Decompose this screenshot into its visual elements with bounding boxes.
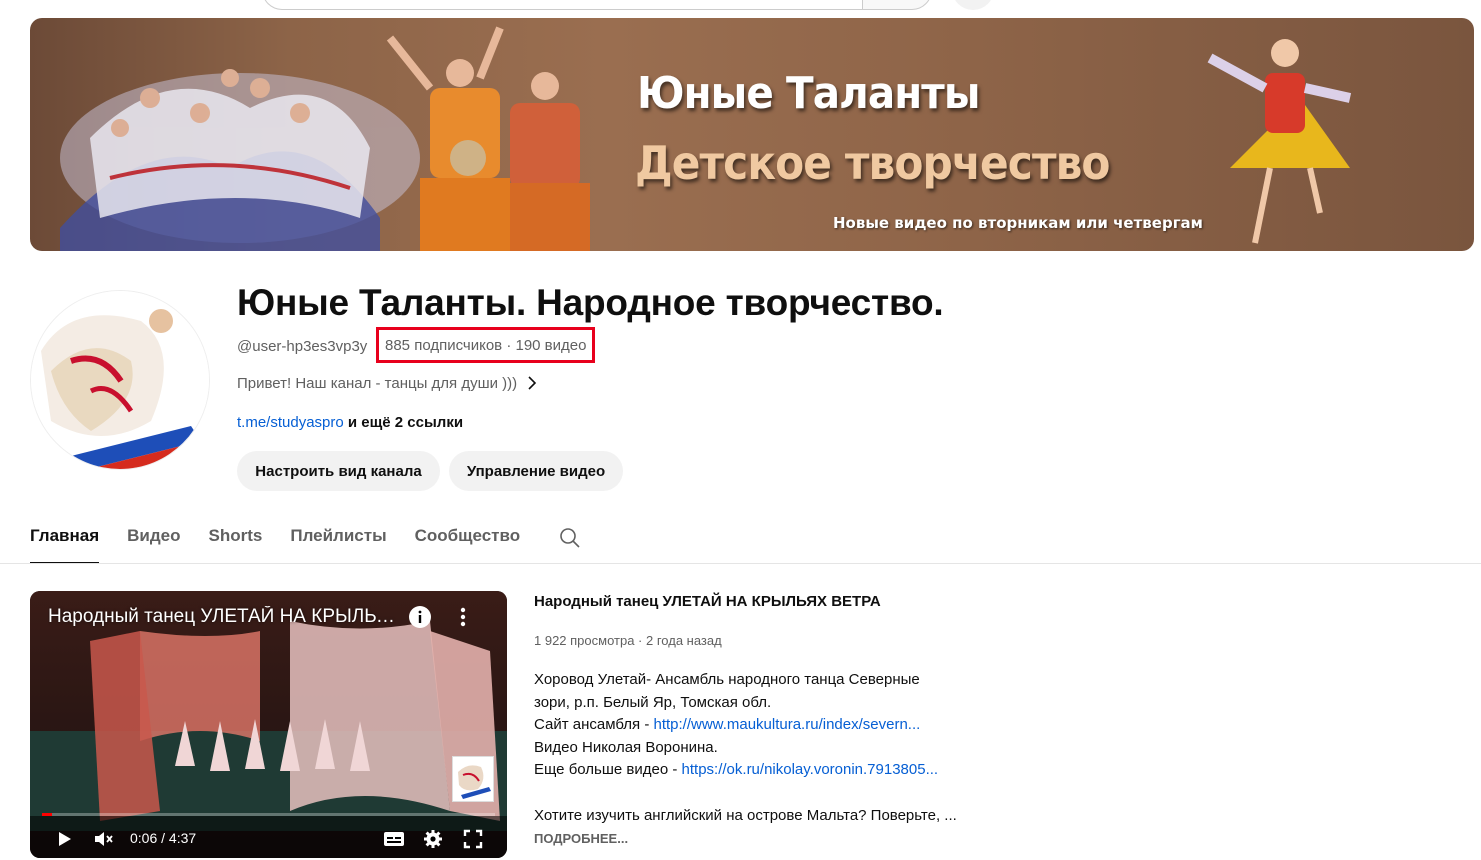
search-button[interactable] <box>862 0 932 10</box>
top-bar <box>0 0 1481 14</box>
tab-home[interactable]: Главная <box>30 516 100 564</box>
channel-links: t.me/studyaspro и ещё 2 ссылки <box>237 414 463 431</box>
voice-search-button[interactable] <box>952 0 994 10</box>
video-desc-line: Сайт ансамбля - http://www.maukultura.ru… <box>534 714 994 737</box>
progress-bar[interactable] <box>42 813 495 816</box>
ok-profile-link[interactable]: https://ok.ru/nikolay.voronin.7913805... <box>682 761 939 778</box>
search-input[interactable] <box>262 0 862 10</box>
tab-shorts[interactable]: Shorts <box>209 516 263 564</box>
chevron-right-icon <box>528 376 537 390</box>
channel-tabs: Главная Видео Shorts Плейлисты Сообществ… <box>30 516 582 564</box>
video-desc-line: зори, р.п. Белый Яр, Томская обл. <box>534 693 772 711</box>
video-desc-line: Еще больше видео - https://ok.ru/nikolay… <box>534 759 994 782</box>
settings-icon[interactable] <box>423 829 443 849</box>
manage-videos-button[interactable]: Управление видео <box>449 451 623 491</box>
video-desc-line: Хоровод Улетай- Ансамбль народного танца… <box>534 671 920 688</box>
banner-dancers-image <box>60 26 1352 251</box>
video-desc-text: Сайт ансамбля - <box>534 716 654 734</box>
video-desc-line: Видео Николая Воронина. <box>534 738 718 756</box>
player-time: 0:06 / 4:37 <box>130 830 197 846</box>
banner-title: Юные Таланты <box>637 68 980 119</box>
channel-description-text: Привет! Наш канал - танцы для души ))) <box>237 374 518 392</box>
mute-icon[interactable] <box>92 829 114 849</box>
ensemble-site-link[interactable]: http://www.maukultura.ru/index/severn... <box>654 716 921 733</box>
channel-name: Юные Таланты. Народное творчество. <box>237 282 944 323</box>
read-more-button[interactable]: ПОДРОБНЕЕ... <box>534 831 628 846</box>
video-desc-line <box>534 782 994 805</box>
tab-playlists[interactable]: Плейлисты <box>290 516 386 564</box>
video-desc-line: Хотите изучить английский на острове Мал… <box>534 806 957 824</box>
info-icon[interactable] <box>408 605 432 629</box>
more-vert-icon[interactable] <box>458 605 468 629</box>
channel-banner: Юные Таланты Детское творчество Новые ви… <box>30 18 1474 251</box>
play-icon[interactable] <box>54 829 74 849</box>
video-description: Хоровод Улетай- Ансамбль народного танца… <box>534 669 994 827</box>
tab-community[interactable]: Сообщество <box>415 516 521 564</box>
player-title[interactable]: Народный танец УЛЕТАЙ НА КРЫЛЬЯХ ВЕТРА <box>48 606 408 628</box>
channel-watermark[interactable] <box>452 756 494 802</box>
customize-channel-button[interactable]: Настроить вид канала <box>237 451 440 491</box>
video-desc-text: Еще больше видео - <box>534 761 682 779</box>
video-frame-image <box>30 591 507 858</box>
banner-schedule-note: Новые видео по вторникам или четвергам <box>833 214 1203 232</box>
channel-avatar[interactable] <box>30 290 210 470</box>
banner-subtitle: Детское творчество <box>635 136 1111 190</box>
subtitles-icon[interactable] <box>383 829 405 849</box>
more-links[interactable]: и ещё 2 ссылки <box>344 414 463 431</box>
tabs-divider <box>0 563 1481 564</box>
video-title[interactable]: Народный танец УЛЕТАЙ НА КРЫЛЬЯХ ВЕТРА <box>534 593 881 610</box>
tab-videos[interactable]: Видео <box>127 516 180 564</box>
channel-handle-row: @user-hp3es3vp3y <box>237 338 367 355</box>
channel-stats-highlight: 885 подписчиков · 190 видео <box>376 327 596 363</box>
channel-handle: @user-hp3es3vp3y <box>237 338 368 355</box>
avatar-dancer-image <box>31 291 209 469</box>
search-icon[interactable] <box>558 526 582 550</box>
video-player[interactable]: Народный танец УЛЕТАЙ НА КРЫЛЬЯХ ВЕТРА 0… <box>30 591 507 858</box>
channel-link[interactable]: t.me/studyaspro <box>237 414 344 431</box>
channel-description[interactable]: Привет! Наш канал - танцы для души ))) <box>237 374 537 392</box>
video-meta: 1 922 просмотра · 2 года назад <box>534 633 722 648</box>
progress-fill <box>42 813 52 816</box>
fullscreen-icon[interactable] <box>463 829 483 849</box>
player-controls: 0:06 / 4:37 <box>30 821 507 858</box>
watermark-image <box>453 757 493 801</box>
channel-stats: 885 подписчиков · 190 видео <box>385 336 587 354</box>
